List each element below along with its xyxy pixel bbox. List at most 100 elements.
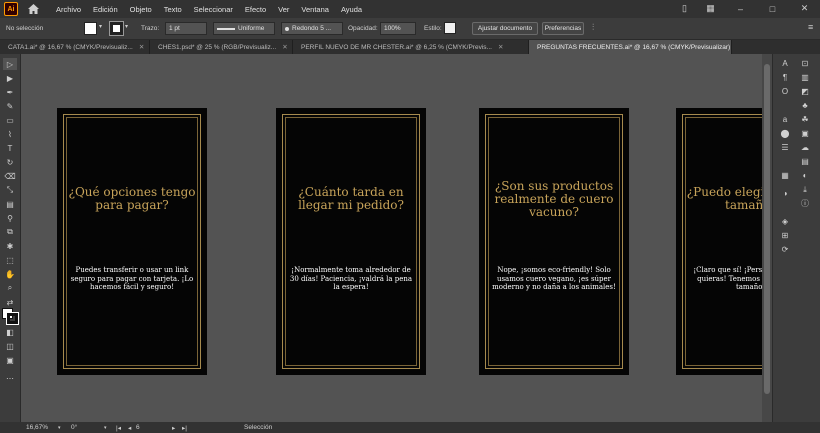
opacity-label: Opacidad: — [348, 25, 378, 32]
info-panel-icon[interactable]: ⓘ — [799, 198, 811, 209]
zoom-dropdown-icon[interactable]: ▾ — [58, 425, 61, 431]
layers-panel-icon[interactable]: ◈ — [779, 216, 791, 227]
brushes-panel-icon[interactable]: ♣ — [799, 100, 811, 111]
gradient-panel-icon[interactable]: ▤ — [799, 156, 811, 167]
artboard-3[interactable]: ¿Son sus productos realmente de cuero va… — [479, 108, 629, 375]
selection-tool-icon[interactable]: ▷ — [3, 58, 17, 70]
zoom-level[interactable]: 16,67% — [26, 424, 48, 431]
opacity-field[interactable]: 100% — [380, 22, 416, 35]
eyedropper-tool-icon[interactable]: ⚲ — [3, 212, 17, 224]
gradient-tool-icon[interactable]: ▤ — [3, 198, 17, 210]
scrollbar-thumb[interactable] — [764, 64, 770, 394]
appearance-panel-icon[interactable]: ⬤ — [779, 128, 791, 139]
export-panel-icon[interactable]: ⤓ — [799, 184, 811, 195]
tab-cata1[interactable]: CATA1.ai* @ 16,67 % (CMYK/Previsualiz...… — [0, 40, 150, 54]
vertical-scrollbar[interactable] — [762, 54, 772, 422]
artboard-answer: ¡Claro que sí! ¡Personaliza como quieras… — [693, 266, 762, 291]
artboards-panel-icon[interactable]: ⊞ — [779, 230, 791, 241]
preferences-button[interactable]: Preferencias — [542, 22, 584, 35]
links-panel-icon[interactable]: ⟳ — [779, 244, 791, 255]
maximize-icon[interactable]: □ — [766, 2, 779, 15]
pencil-tool-icon[interactable]: ✎ — [3, 100, 17, 112]
minimize-icon[interactable]: – — [734, 2, 747, 15]
stroke-weight-value: 1 pt — [169, 25, 180, 32]
graphic-styles-panel-icon[interactable]: ▣ — [799, 128, 811, 139]
artboard-question: ¿Cuánto tarda en llegar mi pedido? — [298, 185, 404, 212]
fill-dropdown-icon[interactable]: ▾ — [99, 23, 102, 30]
glyphs-panel-icon[interactable]: a — [779, 114, 791, 125]
symbol-sprayer-icon[interactable]: ✱ — [3, 240, 17, 252]
swap-colors-icon[interactable]: ⇄ — [3, 296, 17, 308]
rotation-dropdown-icon[interactable]: ▾ — [104, 425, 107, 431]
tab-preguntas-frecuentes[interactable]: PREGUNTAS FRECUENTES.ai* @ 16,67 % (CMYK… — [529, 40, 732, 54]
menu-edicion[interactable]: Edición — [93, 5, 118, 14]
menu-archivo[interactable]: Archivo — [56, 5, 81, 14]
menu-seleccionar[interactable]: Seleccionar — [194, 5, 233, 14]
color-mode-icon[interactable]: ◧ — [3, 326, 17, 338]
zoom-tool-icon[interactable]: ⌕ — [3, 282, 17, 294]
paragraph-panel-icon[interactable]: ¶ — [779, 72, 791, 83]
artboard-tool-icon[interactable]: ⬚ — [3, 254, 17, 266]
rotate-tool-icon[interactable]: ↻ — [3, 156, 17, 168]
type-tool-icon[interactable]: T — [3, 142, 17, 154]
color-panel-icon[interactable]: ◑ — [779, 188, 791, 199]
stroke-profile-select[interactable]: Uniforme — [213, 22, 275, 35]
draw-mode-icon[interactable]: ◫ — [3, 340, 17, 352]
pathfinder-panel-icon[interactable]: ◩ — [799, 86, 811, 97]
first-artboard-icon[interactable]: |◂ — [116, 424, 121, 432]
stroke-dropdown-icon[interactable]: ▾ — [125, 23, 128, 30]
rectangle-tool-icon[interactable]: ▭ — [3, 114, 17, 126]
menu-objeto[interactable]: Objeto — [130, 5, 152, 14]
tab-perfil-nuevo[interactable]: PERFIL NUEVO DE MR CHESTER.ai* @ 6,25 % … — [293, 40, 529, 54]
stroke-panel-icon[interactable]: ☰ — [779, 142, 791, 153]
hand-tool-icon[interactable]: ✋ — [3, 268, 17, 280]
libraries-panel-icon[interactable]: ☁ — [799, 142, 811, 153]
home-icon[interactable] — [26, 2, 40, 16]
transparency-panel-icon[interactable]: ◐ — [799, 170, 811, 181]
fit-document-button[interactable]: Ajustar documento — [472, 22, 538, 35]
eraser-tool-icon[interactable]: ⌫ — [3, 170, 17, 182]
prev-artboard-icon[interactable]: ◂ — [128, 424, 131, 432]
tab-close-icon[interactable]: ✕ — [139, 43, 144, 51]
brush-select[interactable]: Redondo 5 ... — [281, 22, 343, 35]
fill-swatch[interactable] — [84, 22, 97, 35]
character-panel-icon[interactable]: A — [779, 58, 791, 69]
more-tools-icon[interactable]: ⋯ — [3, 372, 17, 384]
menu-ayuda[interactable]: Ayuda — [341, 5, 362, 14]
workspace-icon[interactable]: ▯ — [678, 2, 691, 15]
direct-selection-tool-icon[interactable]: ▶ — [3, 72, 17, 84]
menu-ventana[interactable]: Ventana — [301, 5, 329, 14]
share-icon[interactable]: ▦ — [704, 2, 717, 15]
next-artboard-icon[interactable]: ▸ — [172, 424, 175, 432]
brush-tool-icon[interactable]: ⌇ — [3, 128, 17, 140]
stroke-color-icon[interactable] — [6, 312, 19, 325]
screen-mode-icon[interactable]: ▣ — [3, 354, 17, 366]
stroke-swatch[interactable] — [109, 21, 124, 36]
swatches-panel-icon[interactable]: ▦ — [779, 170, 791, 181]
opentype-panel-icon[interactable]: O — [779, 86, 791, 97]
tab-ches1[interactable]: CHES1.psd* @ 25 % (RGB/Previsualiz... ✕ — [150, 40, 293, 54]
menu-texto[interactable]: Texto — [164, 5, 182, 14]
close-icon[interactable]: ✕ — [798, 2, 811, 15]
rotation-value[interactable]: 0° — [71, 424, 77, 431]
artboard-2[interactable]: ¿Cuánto tarda en llegar mi pedido? ¡Norm… — [276, 108, 426, 375]
tab-close-icon[interactable]: ✕ — [282, 43, 287, 51]
blend-tool-icon[interactable]: ⧉ — [3, 226, 17, 238]
artboard-number[interactable]: 6 — [136, 424, 140, 431]
align-panel-icon[interactable]: ▥ — [799, 72, 811, 83]
pen-tool-icon[interactable]: ✒ — [3, 86, 17, 98]
symbols-panel-icon[interactable]: ☘ — [799, 114, 811, 125]
style-swatch[interactable] — [444, 22, 456, 34]
menu-efecto[interactable]: Efecto — [245, 5, 266, 14]
menu-ver[interactable]: Ver — [278, 5, 289, 14]
transform-panel-icon[interactable]: ⊡ — [799, 58, 811, 69]
align-icon[interactable]: ⫶ — [592, 22, 594, 33]
last-artboard-icon[interactable]: ▸| — [182, 424, 187, 432]
artboard-1[interactable]: ¿Qué opciones tengo para pagar? Puedes t… — [57, 108, 207, 375]
tab-close-icon[interactable]: ✕ — [498, 43, 503, 51]
canvas[interactable]: ¿Qué opciones tengo para pagar? Puedes t… — [21, 54, 762, 422]
panel-menu-icon[interactable]: ≡ — [808, 22, 813, 32]
scale-tool-icon[interactable]: ⤡ — [3, 184, 17, 196]
stroke-weight-field[interactable]: 1 pt — [165, 22, 207, 35]
artboard-4[interactable]: ¿Puedo elegir color y tamaño? ¡Claro que… — [676, 108, 762, 375]
